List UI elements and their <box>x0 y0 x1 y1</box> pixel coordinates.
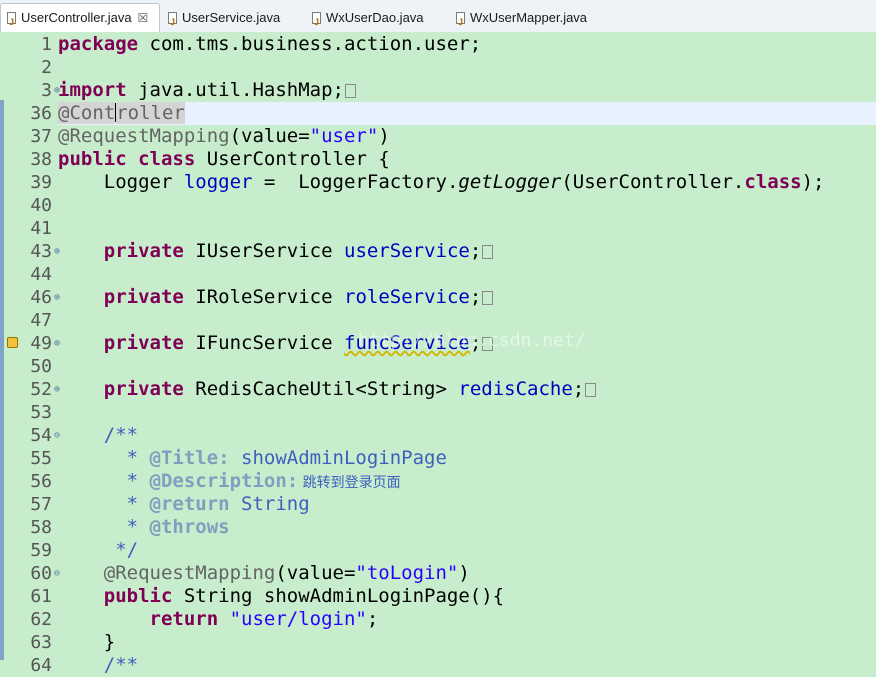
line-number: 62 <box>30 609 52 630</box>
code-line[interactable]: public class UserController { <box>58 148 876 171</box>
tab-label: WxUserMapper.java <box>470 10 588 25</box>
line-number: 36 <box>30 103 52 124</box>
code-line[interactable]: package com.tms.business.action.user; <box>58 33 876 56</box>
tab-label: UserService.java <box>182 10 281 25</box>
code-line[interactable]: */ <box>58 539 876 562</box>
tab-userservice[interactable]: UserService.java <box>162 4 281 36</box>
line-number: 38 <box>30 149 52 170</box>
line-number: 41 <box>30 218 52 239</box>
line-number: 57 <box>30 494 52 515</box>
line-number: 50 <box>30 356 52 377</box>
line-number: 58 <box>30 517 52 538</box>
code-line[interactable]: private IUserService userService; <box>58 240 876 263</box>
code-line[interactable]: * @return String <box>58 493 876 516</box>
line-number: 47 <box>30 310 52 331</box>
line-number: 53 <box>30 402 52 423</box>
code-line[interactable]: /** <box>58 654 876 677</box>
tab-usercontroller[interactable]: UserController.java ☒ <box>0 3 160 36</box>
code-line[interactable]: import java.util.HashMap; <box>58 79 876 102</box>
code-line[interactable]: private IRoleService roleService; <box>58 286 876 309</box>
line-number: 40 <box>30 195 52 216</box>
code-line[interactable]: public String showAdminLoginPage(){ <box>58 585 876 608</box>
line-number: 43 <box>30 241 52 262</box>
line-number: 44 <box>30 264 52 285</box>
line-number: 52 <box>30 379 52 400</box>
tab-label: WxUserDao.java <box>326 10 424 25</box>
java-file-icon <box>312 9 321 36</box>
line-number: 37 <box>30 126 52 147</box>
code-line[interactable]: return "user/login"; <box>58 608 876 631</box>
code-line[interactable]: } <box>58 631 876 654</box>
code-line[interactable]: private RedisCacheUtil<String> redisCach… <box>58 378 876 401</box>
line-number: 55 <box>30 448 52 469</box>
tab-label: UserController.java <box>21 10 132 25</box>
line-number: 3 <box>41 80 52 101</box>
close-icon[interactable]: ☒ <box>138 5 149 32</box>
code-line[interactable]: /** <box>58 424 876 447</box>
line-number: 63 <box>30 632 52 653</box>
line-number: 60 <box>30 563 52 584</box>
code-line[interactable]: Logger logger = LoggerFactory.getLogger(… <box>58 171 876 194</box>
code-line[interactable]: * @throws <box>58 516 876 539</box>
tab-wxusermapper[interactable]: WxUserMapper.java <box>450 4 588 36</box>
line-number: 54 <box>30 425 52 446</box>
line-number-gutter: 1 2 3 ⊕ 36 37 38 39 40 41 43 ⊕ 44 46 ⊕ 4… <box>4 32 60 676</box>
java-file-icon <box>168 9 177 36</box>
code-editor[interactable]: 1 2 3 ⊕ 36 37 38 39 40 41 43 ⊕ 44 46 ⊕ 4… <box>0 32 876 676</box>
watermark: http://blog.csdn.net/ <box>358 330 586 351</box>
line-number: 56 <box>30 471 52 492</box>
folded-block-icon[interactable] <box>482 291 494 305</box>
line-number: 1 <box>41 34 52 55</box>
folded-block-icon[interactable] <box>344 84 356 98</box>
line-number: 64 <box>30 655 52 676</box>
code-line[interactable]: @RequestMapping(value="user") <box>58 125 876 148</box>
line-number: 61 <box>30 586 52 607</box>
java-file-icon <box>456 9 465 36</box>
code-line[interactable]: * @Title: showAdminLoginPage <box>58 447 876 470</box>
line-number: 49 <box>30 333 52 354</box>
folded-block-icon[interactable] <box>585 383 597 397</box>
code-line[interactable]: @RequestMapping(value="toLogin") <box>58 562 876 585</box>
java-file-icon <box>7 9 16 36</box>
tab-wxuserdao[interactable]: WxUserDao.java <box>306 4 424 36</box>
line-number: 2 <box>41 57 52 78</box>
code-line-current[interactable]: @Controller <box>58 102 876 125</box>
folded-block-icon[interactable] <box>482 245 494 259</box>
line-number: 59 <box>30 540 52 561</box>
code-line[interactable]: * @Description: 跳转到登录页面 <box>58 470 876 493</box>
line-number: 46 <box>30 287 52 308</box>
editor-tab-bar: UserController.java ☒ UserService.java Wx… <box>0 0 876 36</box>
line-number: 39 <box>30 172 52 193</box>
